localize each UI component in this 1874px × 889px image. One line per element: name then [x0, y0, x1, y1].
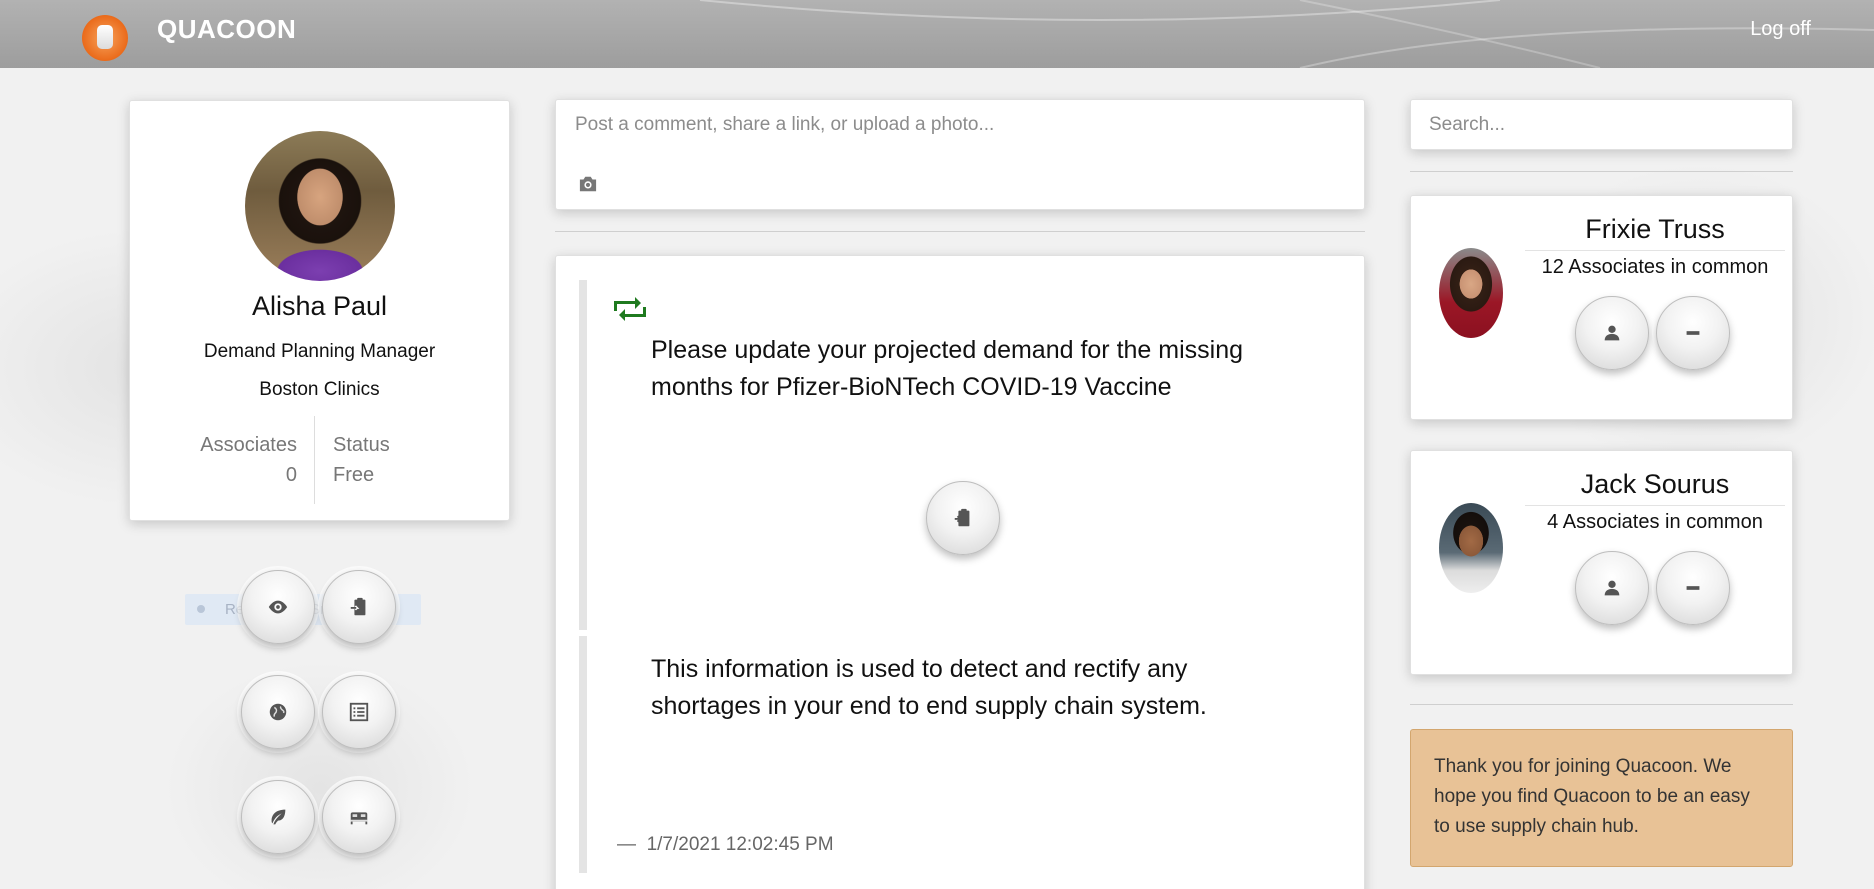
status-value: Free: [333, 464, 375, 486]
suggestion-name[interactable]: Jack Sourus: [1525, 469, 1785, 500]
suggestion-common: 12 Associates in common: [1541, 256, 1769, 278]
dismiss-suggestion-button[interactable]: [1656, 551, 1730, 625]
suggestion-card: Jack Sourus 4 Associates in common: [1410, 450, 1793, 675]
post-quote-bar-2: [579, 636, 587, 873]
profile-organization: Boston Clinics: [259, 379, 380, 400]
search-placeholder[interactable]: Search...: [1429, 114, 1505, 136]
post-info: This information is used to detect and r…: [651, 655, 1207, 720]
add-associate-button[interactable]: [1575, 296, 1649, 370]
logoff-link[interactable]: Log off: [1750, 18, 1811, 41]
profile-title: Demand Planning Manager: [203, 341, 436, 362]
globe-icon: [269, 703, 287, 721]
bed-button[interactable]: [322, 780, 396, 854]
feed-post: Please update your projected demand for …: [555, 255, 1365, 889]
post-timestamp: — 1/7/2021 12:02:45 PM: [617, 834, 834, 856]
associates-count: 0: [285, 464, 297, 486]
tasks-button[interactable]: [322, 570, 396, 644]
list-icon: [349, 702, 369, 722]
list-button[interactable]: [322, 675, 396, 749]
user-icon: [1604, 325, 1620, 341]
clipboard-icon: [350, 597, 366, 616]
camera-icon[interactable]: [577, 175, 599, 193]
bed-icon: [350, 812, 368, 825]
globe-button[interactable]: [241, 675, 315, 749]
suggestion-avatar[interactable]: [1439, 503, 1503, 593]
suggestion-common: 4 Associates in common: [1547, 511, 1763, 533]
sidebar-divider: [1410, 171, 1793, 172]
search-input[interactable]: Search...: [1410, 99, 1793, 150]
quacoon-logo[interactable]: [82, 15, 128, 61]
stat-divider: [314, 416, 315, 504]
clipboard-icon: [954, 508, 970, 527]
top-navbar: QUACOON Log off: [0, 0, 1874, 68]
leaf-icon: [271, 809, 286, 825]
suggestion-card: Frixie Truss 12 Associates in common: [1410, 195, 1793, 420]
eye-icon: [268, 600, 288, 614]
suggestion-name[interactable]: Frixie Truss: [1525, 214, 1785, 245]
user-icon: [1604, 580, 1620, 596]
associates-label: Associates: [200, 434, 297, 456]
dismiss-suggestion-button[interactable]: [1656, 296, 1730, 370]
add-associate-button[interactable]: [1575, 551, 1649, 625]
profile-card: Alisha Paul Demand Planning Manager Bost…: [129, 100, 510, 521]
sidebar-divider: [1410, 704, 1793, 705]
suggestion-divider: [1525, 505, 1785, 506]
leaf-button[interactable]: [241, 780, 315, 854]
profile-name: Alisha Paul: [251, 291, 388, 321]
post-task-button[interactable]: [926, 481, 1000, 555]
profile-avatar: [245, 131, 395, 281]
post-quote-bar: [579, 280, 587, 630]
repost-icon: [614, 297, 646, 321]
date-dash: —: [617, 834, 636, 855]
composer-placeholder[interactable]: Post a comment, share a link, or upload …: [575, 114, 994, 136]
view-button[interactable]: [241, 570, 315, 644]
suggestion-divider: [1525, 250, 1785, 251]
minus-icon: [1686, 586, 1700, 590]
post-composer[interactable]: Post a comment, share a link, or upload …: [555, 99, 1365, 210]
welcome-notice: Thank you for joining Quacoon. We hope y…: [1410, 729, 1793, 867]
minus-icon: [1686, 331, 1700, 335]
feed-divider: [555, 231, 1365, 232]
post-message: Please update your projected demand for …: [651, 336, 1244, 401]
brand-title[interactable]: QUACOON: [157, 14, 296, 45]
suggestion-avatar[interactable]: [1439, 248, 1503, 338]
date-value: 1/7/2021 12:02:45 PM: [646, 834, 834, 855]
status-label: Status: [333, 434, 390, 456]
